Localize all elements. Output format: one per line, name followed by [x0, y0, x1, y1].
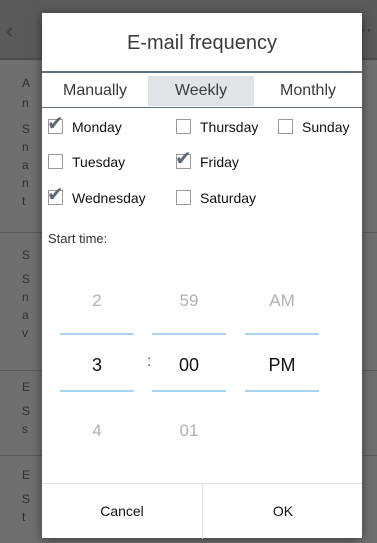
- hour-current[interactable]: 3: [60, 353, 134, 377]
- day-label: Monday: [72, 119, 122, 135]
- ampm-selection-line: [245, 333, 319, 335]
- day-sunday[interactable]: Sunday: [278, 118, 362, 138]
- minute-next[interactable]: 01: [152, 419, 226, 443]
- tuesday-checkbox[interactable]: [48, 154, 63, 169]
- checkmark-icon: ✔: [47, 184, 64, 206]
- email-frequency-dialog: E-mail frequency Manually Weekly Monthly…: [42, 13, 362, 539]
- minute-current[interactable]: 00: [152, 353, 226, 377]
- minute-prev[interactable]: 59: [152, 289, 226, 313]
- minute-selection-line: [152, 333, 226, 335]
- day-label: Wednesday: [72, 190, 146, 206]
- ampm-current[interactable]: PM: [245, 353, 319, 377]
- day-saturday[interactable]: Saturday: [176, 189, 276, 209]
- day-friday[interactable]: ✔ Friday: [175, 149, 276, 173]
- start-time-label: Start time:: [48, 231, 108, 246]
- monday-checkbox[interactable]: ✔: [47, 114, 64, 134]
- friday-checkbox[interactable]: ✔: [175, 149, 192, 169]
- tabs-divider: [42, 107, 362, 108]
- ampm-selection-line: [245, 390, 319, 392]
- day-tuesday[interactable]: Tuesday: [48, 153, 158, 173]
- tab-monthly[interactable]: Monthly: [254, 76, 362, 106]
- day-label: Sunday: [302, 119, 350, 135]
- day-label: Tuesday: [72, 154, 126, 170]
- checkmark-icon: ✔: [47, 113, 64, 135]
- dialog-button-bar: Cancel OK: [42, 483, 362, 539]
- day-label: Saturday: [200, 190, 257, 206]
- hour-selection-line: [60, 333, 134, 335]
- hour-selection-line: [60, 390, 134, 392]
- cancel-button[interactable]: Cancel: [42, 484, 202, 539]
- time-separator: :: [147, 353, 152, 370]
- frequency-tabs: Manually Weekly Monthly: [42, 76, 362, 106]
- sunday-checkbox[interactable]: [278, 119, 293, 134]
- day-label: Thursday: [200, 119, 259, 135]
- ampm-prev[interactable]: AM: [245, 289, 319, 313]
- wednesday-checkbox[interactable]: ✔: [47, 185, 64, 205]
- hour-prev[interactable]: 2: [60, 289, 134, 313]
- day-wednesday[interactable]: ✔ Wednesday: [47, 185, 168, 209]
- saturday-checkbox[interactable]: [176, 190, 191, 205]
- minute-selection-line: [152, 390, 226, 392]
- ok-button[interactable]: OK: [202, 484, 363, 539]
- tab-manually[interactable]: Manually: [42, 76, 148, 106]
- back-arrow-icon: ‹: [6, 18, 14, 43]
- dialog-title: E-mail frequency: [126, 32, 278, 54]
- day-thursday[interactable]: Thursday: [176, 118, 276, 138]
- thursday-checkbox[interactable]: [176, 119, 191, 134]
- day-label: Friday: [200, 154, 239, 170]
- day-monday[interactable]: ✔ Monday: [47, 114, 158, 138]
- hour-next[interactable]: 4: [60, 419, 134, 443]
- checkmark-icon: ✔: [175, 148, 192, 170]
- tab-weekly[interactable]: Weekly: [148, 76, 254, 106]
- title-divider: [42, 71, 362, 73]
